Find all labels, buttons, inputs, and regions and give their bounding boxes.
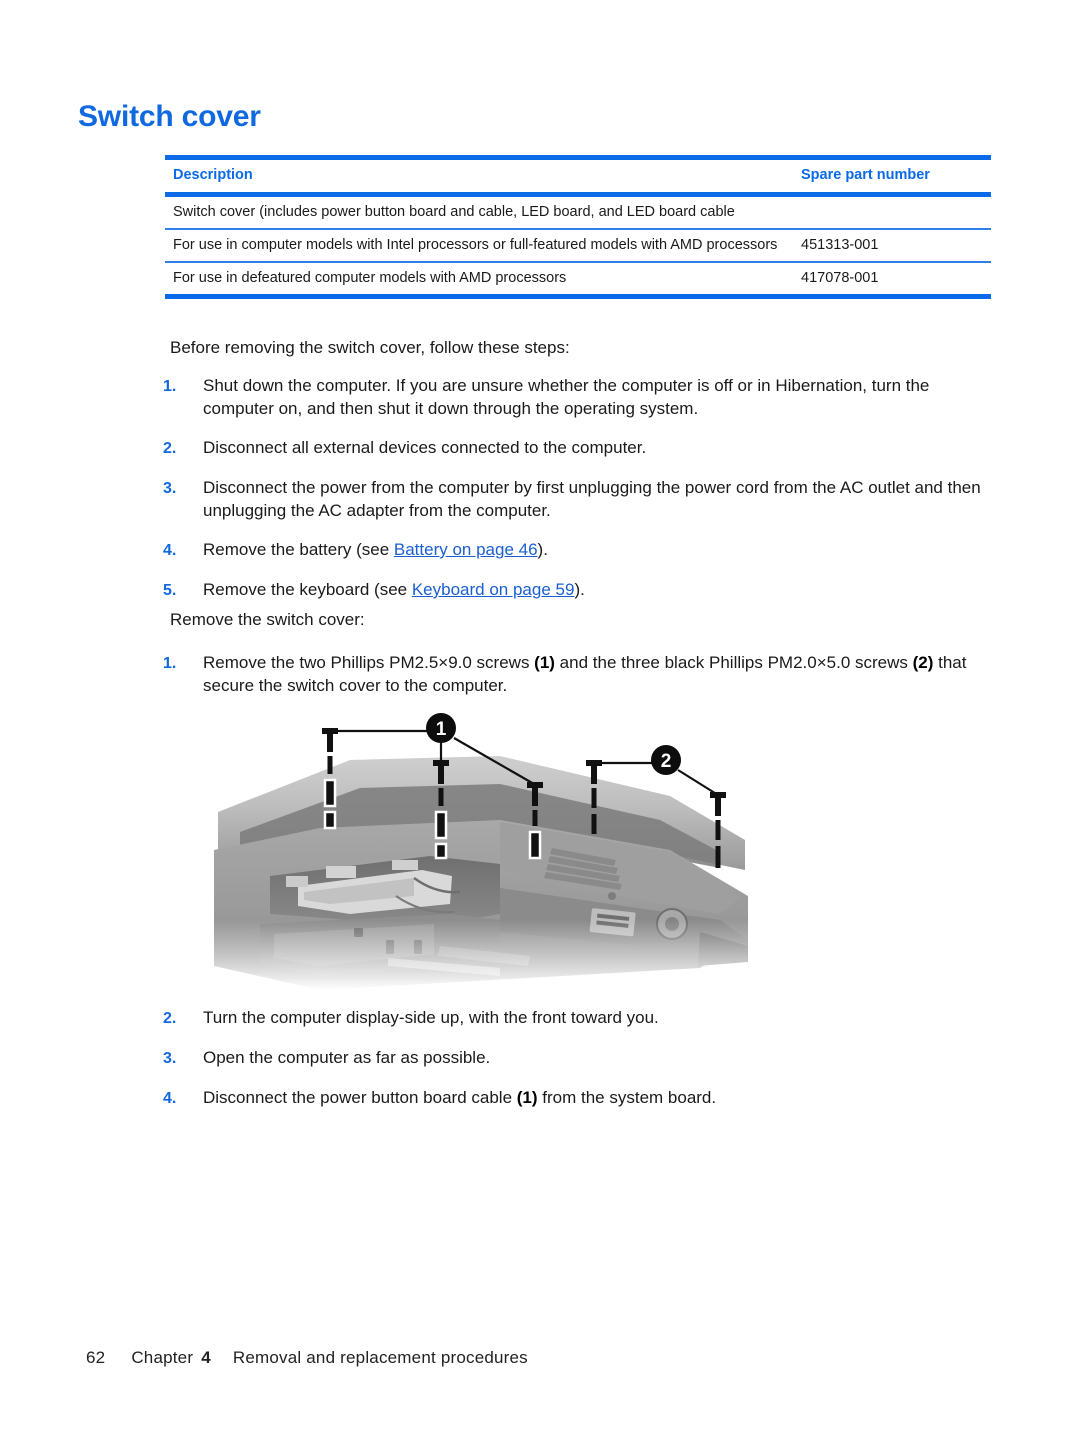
step-number: 2.	[163, 440, 177, 457]
link-keyboard-on-page-59[interactable]: Keyboard on page 59	[412, 580, 575, 599]
list-item: 1. Shut down the computer. If you are un…	[163, 374, 993, 420]
callout-reference-1: (1)	[516, 1088, 538, 1107]
footer-page-number: 62	[86, 1348, 106, 1367]
callout-reference-2: (2)	[912, 653, 934, 672]
callout-label-1: 1	[436, 719, 447, 740]
list-item: 2. Turn the computer display-side up, wi…	[163, 1006, 993, 1030]
before-steps-intro: Before removing the switch cover, follow…	[170, 338, 570, 357]
callout-reference-1: (1)	[534, 653, 555, 672]
list-item: 1. Remove the two Phillips PM2.5×9.0 scr…	[163, 651, 993, 697]
callout-bubble-1: 1	[426, 713, 456, 743]
cell-description: For use in computer models with Intel pr…	[173, 237, 778, 253]
list-item: 5. Remove the keyboard (see Keyboard on …	[163, 578, 993, 602]
page-title: Switch cover	[78, 100, 261, 133]
footer-chapter-title: Removal and replacement procedures	[232, 1348, 528, 1367]
list-item: 4. Disconnect the power button board cab…	[163, 1086, 993, 1110]
step-text-part-b: and the three black Phillips PM2.0×5.0 s…	[554, 653, 913, 672]
list-item: 3. Open the computer as far as possible.	[163, 1046, 993, 1070]
cell-spare-part-number	[801, 197, 991, 210]
list-item: 3. Disconnect the power from the compute…	[163, 476, 993, 522]
photo-fade-left	[200, 740, 320, 990]
figure-svg: 1 2	[200, 713, 760, 990]
step-number: 2.	[163, 1010, 177, 1027]
step-text-part-a: Remove the two Phillips PM2.5×9.0 screws	[203, 653, 535, 672]
spare-parts-table: Description Spare part number Switch cov…	[165, 155, 991, 299]
step-text-prefix: Remove the keyboard (see	[203, 580, 412, 599]
step-text: Disconnect the power button board cable …	[203, 1086, 993, 1109]
footer-chapter-label: Chapter	[131, 1348, 194, 1367]
table-header-row: Description Spare part number	[165, 160, 991, 192]
table-row: For use in computer models with Intel pr…	[165, 230, 991, 261]
laptop-photo	[200, 740, 760, 990]
link-battery-on-page-46[interactable]: Battery on page 46	[394, 540, 538, 559]
step-number: 3.	[163, 1050, 177, 1067]
cell-spare-part-number: 417078-001	[801, 270, 879, 286]
step-text: Remove the keyboard (see Keyboard on pag…	[203, 578, 993, 601]
table-row: Switch cover (includes power button boar…	[165, 197, 991, 228]
step-number: 1.	[163, 655, 177, 672]
step-text: Shut down the computer. If you are unsur…	[203, 376, 930, 418]
list-item: 4. Remove the battery (see Battery on pa…	[163, 538, 993, 562]
page-footer: 62 Chapter 4 Removal and replacement proced…	[86, 1348, 528, 1368]
step-number: 4.	[163, 542, 177, 559]
step-number: 5.	[163, 582, 177, 599]
step-number: 1.	[163, 378, 177, 395]
before-steps-list: 1. Shut down the computer. If you are un…	[163, 374, 993, 618]
remove-steps-continued-list: 2. Turn the computer display-side up, wi…	[163, 1006, 993, 1126]
step-text-suffix: ).	[574, 580, 585, 599]
column-header-description: Description	[173, 167, 253, 183]
list-item: 2. Disconnect all external devices conne…	[163, 436, 993, 460]
step-number: 4.	[163, 1090, 177, 1107]
step-text-prefix: Remove the battery (see	[203, 540, 394, 559]
step-text: Remove the battery (see Battery on page …	[203, 538, 993, 561]
cell-description: For use in defeatured computer models wi…	[173, 270, 567, 286]
column-header-spare-part-number: Spare part number	[801, 167, 930, 183]
table-bottom-rule	[165, 294, 991, 299]
step-text: Open the computer as far as possible.	[203, 1048, 491, 1067]
table-row: For use in defeatured computer models wi…	[165, 263, 991, 294]
cell-description: Switch cover (includes power button boar…	[173, 204, 735, 220]
footer-chapter-number: 4	[201, 1348, 211, 1367]
step-text: Disconnect all external devices connecte…	[203, 438, 647, 457]
step-text: Disconnect the power from the computer b…	[203, 478, 981, 520]
remove-steps-intro: Remove the switch cover:	[170, 610, 365, 629]
step-text-suffix: ).	[537, 540, 548, 559]
step-text-suffix: from the system board.	[537, 1088, 717, 1107]
step-text: Turn the computer display-side up, with …	[203, 1008, 659, 1027]
document-page: Switch cover Description Spare part numb…	[0, 0, 1080, 1437]
figure-switch-cover-screws: 1 2	[200, 700, 760, 1000]
callout-label-2: 2	[661, 751, 672, 772]
step-text: Remove the two Phillips PM2.5×9.0 screws…	[203, 651, 993, 697]
callout-bubble-2: 2	[651, 745, 681, 775]
step-text-prefix: Disconnect the power button board cable	[203, 1088, 517, 1107]
step-number: 3.	[163, 480, 177, 497]
cell-spare-part-number: 451313-001	[801, 237, 879, 253]
